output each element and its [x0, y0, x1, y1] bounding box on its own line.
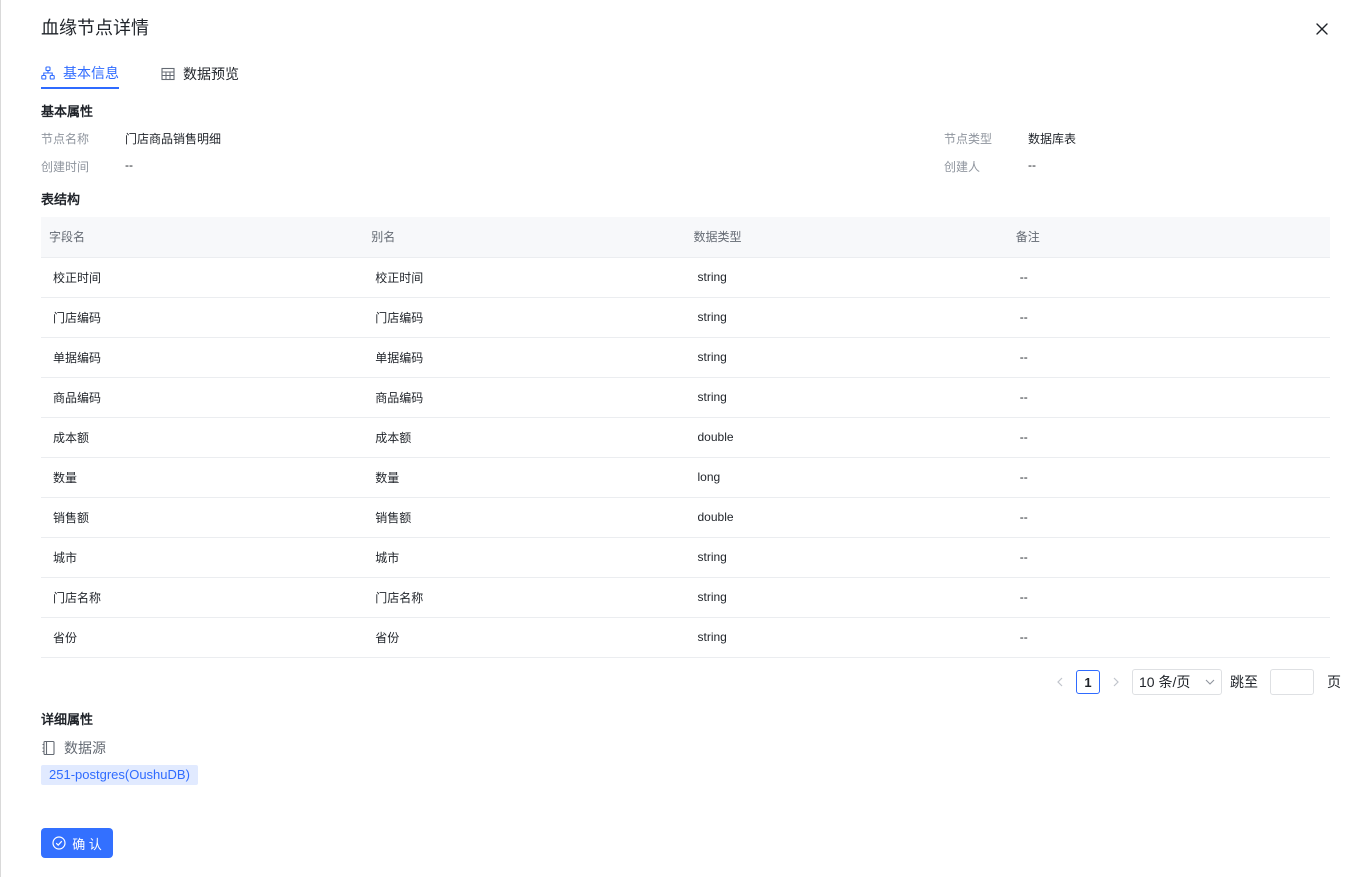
cell-remark: --	[1007, 297, 1330, 338]
datasource-label-row: 数据源	[41, 738, 106, 758]
chevron-right-icon	[1113, 677, 1119, 687]
cell-remark: --	[1007, 497, 1330, 538]
creator-value: --	[1028, 158, 1036, 172]
cell-data-type: string	[685, 617, 1008, 658]
table-row: 单据编码 单据编码 string --	[41, 337, 1330, 378]
table-row: 商品编码 商品编码 string --	[41, 377, 1330, 418]
created-time-value: --	[125, 158, 133, 172]
confirm-button[interactable]: 确 认	[41, 828, 113, 858]
table-row: 数量 数量 long --	[41, 457, 1330, 498]
cell-alias: 校正时间	[363, 257, 686, 298]
cell-data-type: double	[685, 417, 1008, 458]
node-type-value: 数据库表	[1028, 132, 1077, 146]
basic-properties-title: 基本属性	[41, 104, 94, 119]
cell-field-name: 商品编码	[41, 377, 364, 418]
node-name-value: 门店商品销售明细	[125, 132, 222, 146]
tab-basic-info[interactable]: 基本信息	[41, 58, 119, 89]
cell-alias: 数量	[363, 457, 686, 498]
cell-alias: 单据编码	[363, 337, 686, 378]
datasource-icon	[41, 740, 57, 756]
cell-field-name: 数量	[41, 457, 364, 498]
cell-data-type: string	[685, 337, 1008, 378]
check-circle-icon	[52, 836, 66, 850]
cell-data-type: string	[685, 537, 1008, 578]
page-size-value: 10 条/页	[1139, 674, 1191, 690]
datasource-label: 数据源	[64, 740, 106, 756]
cell-remark: --	[1007, 417, 1330, 458]
table-row: 成本额 成本额 double --	[41, 417, 1330, 458]
cell-alias: 门店名称	[363, 577, 686, 618]
dialog-title: 血缘节点详情	[41, 18, 149, 38]
tab-bar: 基本信息 数据预览	[41, 58, 281, 90]
tab-basic-info-label: 基本信息	[63, 64, 119, 81]
table-row: 校正时间 校正时间 string --	[41, 257, 1330, 298]
cell-field-name: 门店名称	[41, 577, 364, 618]
cell-field-name: 省份	[41, 617, 364, 658]
cell-data-type: string	[685, 377, 1008, 418]
column-header-data-type: 数据类型	[685, 217, 1008, 258]
confirm-label: 确 认	[72, 836, 102, 852]
close-button[interactable]	[1312, 19, 1332, 39]
column-header-alias: 别名	[363, 217, 686, 258]
table-icon	[161, 67, 175, 81]
cell-data-type: string	[685, 577, 1008, 618]
detail-properties-title: 详细属性	[41, 712, 94, 727]
page-size-select[interactable]: 10 条/页	[1132, 669, 1222, 695]
table-row: 省份 省份 string --	[41, 617, 1330, 658]
cell-field-name: 门店编码	[41, 297, 364, 338]
cell-data-type: double	[685, 497, 1008, 538]
lineage-icon	[41, 65, 55, 80]
tab-data-preview-label: 数据预览	[183, 65, 239, 82]
created-time-label: 创建时间	[41, 160, 90, 174]
cell-data-type: string	[685, 257, 1008, 298]
jump-to-label: 跳至	[1230, 674, 1258, 690]
next-page-button[interactable]	[1106, 677, 1126, 687]
cell-remark: --	[1007, 537, 1330, 578]
cell-remark: --	[1007, 257, 1330, 298]
node-name-label: 节点名称	[41, 132, 90, 146]
page-number-current[interactable]: 1	[1076, 670, 1100, 694]
chevron-down-icon	[1205, 679, 1215, 685]
schema-table: 字段名 别名 数据类型 备注 校正时间 校正时间 string -- 门店编码 门店编码 s…	[41, 217, 1330, 658]
table-row: 门店编码 门店编码 string --	[41, 297, 1330, 338]
cell-alias: 城市	[363, 537, 686, 578]
cell-remark: --	[1007, 457, 1330, 498]
table-row: 销售额 销售额 double --	[41, 497, 1330, 538]
cell-field-name: 单据编码	[41, 337, 364, 378]
chevron-left-icon	[1057, 677, 1063, 687]
table-structure-title: 表结构	[41, 192, 81, 207]
datasource-tag: 251-postgres(OushuDB)	[41, 765, 198, 785]
close-icon	[1316, 23, 1328, 35]
window-edge	[0, 0, 1, 877]
cell-field-name: 成本额	[41, 417, 364, 458]
cell-data-type: string	[685, 297, 1008, 338]
cell-alias: 省份	[363, 617, 686, 658]
creator-label: 创建人	[944, 160, 981, 174]
node-type-label: 节点类型	[944, 132, 993, 146]
tab-data-preview[interactable]: 数据预览	[161, 58, 239, 89]
column-header-remark: 备注	[1007, 217, 1330, 258]
cell-data-type: long	[685, 457, 1008, 498]
cell-alias: 门店编码	[363, 297, 686, 338]
cell-field-name: 销售额	[41, 497, 364, 538]
cell-remark: --	[1007, 617, 1330, 658]
cell-alias: 销售额	[363, 497, 686, 538]
cell-field-name: 校正时间	[41, 257, 364, 298]
cell-remark: --	[1007, 577, 1330, 618]
cell-alias: 成本额	[363, 417, 686, 458]
page-suffix-label: 页	[1327, 674, 1341, 690]
table-row: 城市 城市 string --	[41, 537, 1330, 578]
jump-page-input[interactable]	[1270, 669, 1314, 695]
prev-page-button[interactable]	[1050, 677, 1070, 687]
column-header-field-name: 字段名	[41, 217, 364, 258]
pagination: 1 10 条/页 跳至 页	[1050, 669, 1341, 695]
cell-remark: --	[1007, 337, 1330, 378]
cell-field-name: 城市	[41, 537, 364, 578]
cell-remark: --	[1007, 377, 1330, 418]
table-header-row: 字段名 别名 数据类型 备注	[41, 217, 1330, 258]
table-row: 门店名称 门店名称 string --	[41, 577, 1330, 618]
cell-alias: 商品编码	[363, 377, 686, 418]
